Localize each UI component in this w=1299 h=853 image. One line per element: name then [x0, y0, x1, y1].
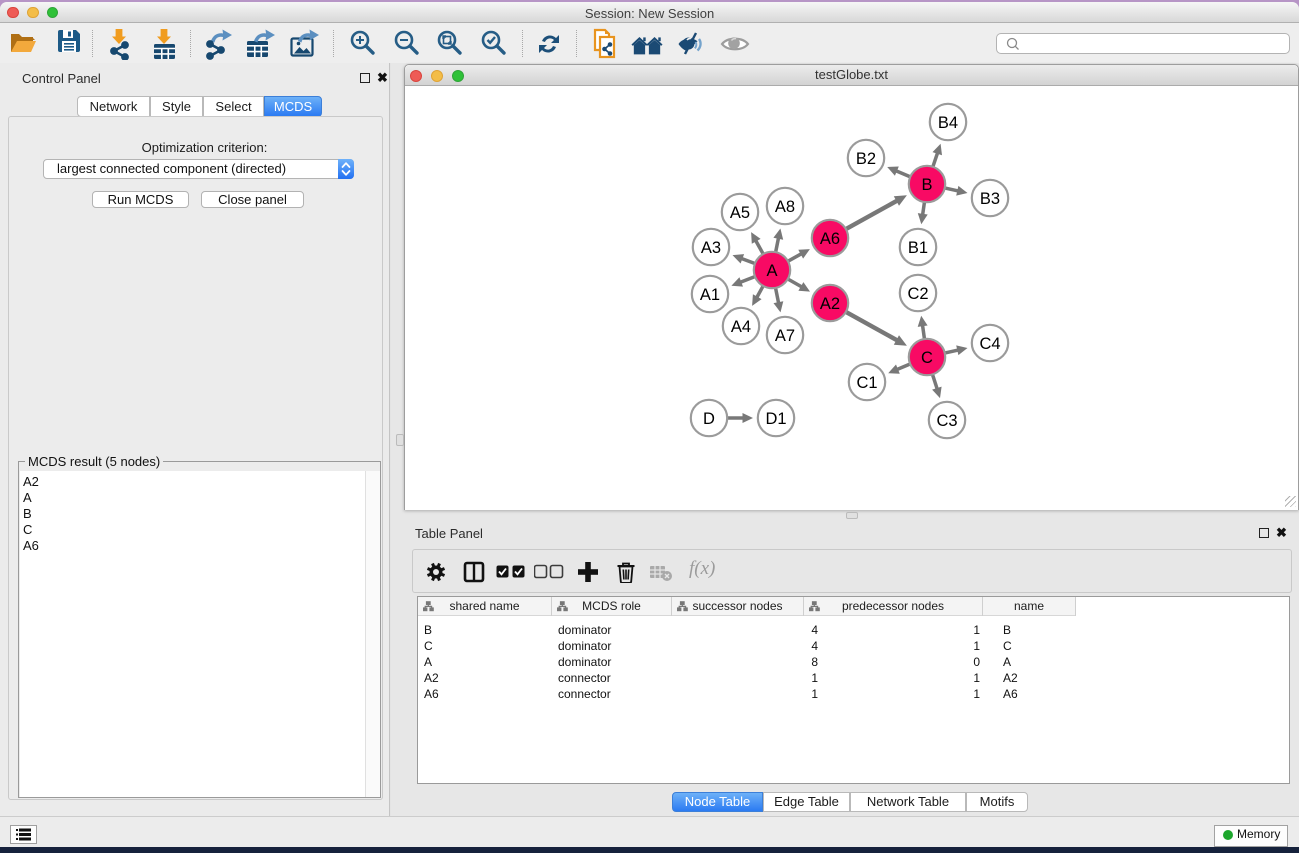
svg-text:A8: A8 — [775, 198, 795, 216]
svg-text:D: D — [703, 410, 715, 428]
svg-text:B1: B1 — [908, 239, 928, 257]
svg-text:A5: A5 — [730, 204, 750, 222]
svg-text:C3: C3 — [936, 412, 957, 430]
svg-text:D1: D1 — [765, 410, 786, 428]
svg-text:A7: A7 — [775, 327, 795, 345]
svg-text:A2: A2 — [820, 295, 840, 313]
svg-text:C: C — [921, 349, 933, 367]
svg-text:B4: B4 — [938, 114, 958, 132]
svg-text:A3: A3 — [701, 239, 721, 257]
svg-text:A6: A6 — [820, 230, 840, 248]
svg-text:C4: C4 — [979, 335, 1000, 353]
svg-text:B: B — [921, 176, 932, 194]
svg-text:C1: C1 — [856, 374, 877, 392]
svg-text:C2: C2 — [907, 285, 928, 303]
svg-text:A: A — [766, 262, 777, 280]
svg-text:B3: B3 — [980, 190, 1000, 208]
svg-text:A1: A1 — [700, 286, 720, 304]
svg-text:A4: A4 — [731, 318, 751, 336]
svg-text:B2: B2 — [856, 150, 876, 168]
